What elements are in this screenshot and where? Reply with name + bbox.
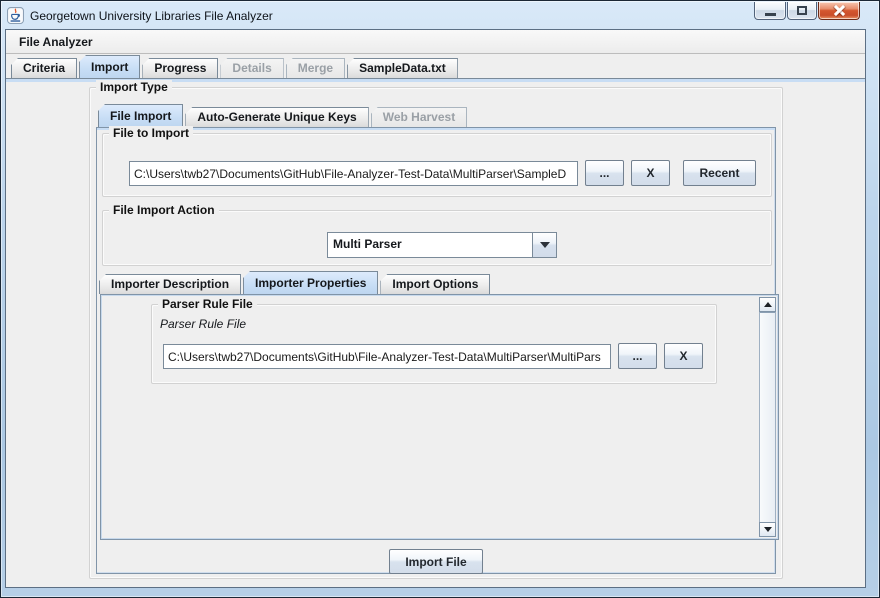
- arrow-down-icon: [764, 527, 772, 532]
- import-type-group: Import Type File Import Auto-Generate Un…: [89, 87, 783, 579]
- parser-rule-file-path-input[interactable]: [163, 344, 611, 369]
- tab-import[interactable]: Import: [79, 55, 140, 78]
- parser-rule-file-group-title: Parser Rule File: [158, 297, 257, 312]
- title-bar: Georgetown University Libraries File Ana…: [7, 5, 759, 26]
- arrow-up-icon: [764, 302, 772, 307]
- tab-details: Details: [220, 58, 283, 78]
- tab-criteria[interactable]: Criteria: [11, 58, 77, 78]
- menu-bar: File Analyzer: [6, 30, 865, 54]
- combobox-dropdown-button[interactable]: [532, 233, 556, 257]
- scroll-down-button[interactable]: [759, 522, 776, 537]
- minimize-button[interactable]: [754, 2, 786, 20]
- file-import-action-title: File Import Action: [109, 203, 219, 218]
- importer-tab-strip: Importer Description Importer Properties…: [99, 273, 490, 294]
- maximize-icon: [797, 6, 807, 15]
- tab-importer-properties[interactable]: Importer Properties: [243, 271, 378, 294]
- clear-rule-file-button[interactable]: X: [664, 343, 703, 369]
- chevron-down-icon: [540, 242, 550, 248]
- close-button[interactable]: [818, 2, 860, 20]
- java-app-icon: [7, 7, 24, 24]
- file-to-import-title: File to Import: [109, 126, 193, 141]
- file-import-tab-content: File to Import ... X Recent File Import …: [96, 127, 776, 574]
- recent-files-button[interactable]: Recent: [683, 160, 756, 186]
- tab-file-import[interactable]: File Import: [98, 104, 183, 127]
- browse-file-button[interactable]: ...: [585, 160, 624, 186]
- import-type-tab-strip: File Import Auto-Generate Unique Keys We…: [98, 106, 467, 127]
- tab-sampledata[interactable]: SampleData.txt: [347, 58, 458, 78]
- app-window: Georgetown University Libraries File Ana…: [0, 0, 880, 598]
- file-to-import-group: File to Import ... X Recent: [102, 133, 772, 197]
- tab-progress[interactable]: Progress: [142, 58, 218, 78]
- window-controls: [753, 2, 860, 20]
- main-tab-strip: Criteria Import Progress Details Merge S…: [6, 55, 865, 78]
- client-area: File Analyzer Criteria Import Progress D…: [5, 29, 866, 588]
- tab-importer-description[interactable]: Importer Description: [99, 274, 241, 294]
- close-icon: [833, 4, 846, 17]
- import-tab-content: Import Type File Import Auto-Generate Un…: [6, 78, 865, 587]
- maximize-button[interactable]: [787, 2, 817, 20]
- import-type-group-title: Import Type: [96, 80, 172, 95]
- browse-rule-file-button[interactable]: ...: [618, 343, 657, 369]
- vertical-scrollbar[interactable]: [759, 297, 776, 537]
- menu-file-analyzer[interactable]: File Analyzer: [13, 31, 99, 54]
- window-title: Georgetown University Libraries File Ana…: [30, 9, 273, 23]
- tab-web-harvest: Web Harvest: [371, 107, 467, 127]
- parser-rule-file-label: Parser Rule File: [160, 317, 246, 331]
- scrollbar-thumb[interactable]: [760, 312, 775, 523]
- import-action-combobox[interactable]: Multi Parser: [327, 232, 557, 258]
- file-import-action-group: File Import Action Multi Parser: [102, 210, 772, 266]
- clear-file-button[interactable]: X: [631, 160, 670, 186]
- parser-rule-file-group: Parser Rule File Parser Rule File ... X: [151, 304, 717, 384]
- importer-properties-panel: Parser Rule File Parser Rule File ... X: [100, 294, 779, 540]
- import-action-selected-value: Multi Parser: [328, 233, 532, 257]
- tab-import-options[interactable]: Import Options: [380, 274, 490, 294]
- scroll-up-button[interactable]: [759, 297, 776, 312]
- tab-auto-generate-unique-keys[interactable]: Auto-Generate Unique Keys: [185, 107, 368, 127]
- import-file-button[interactable]: Import File: [389, 549, 483, 574]
- tab-merge: Merge: [286, 58, 345, 78]
- minimize-icon: [765, 13, 776, 16]
- file-to-import-path-input[interactable]: [129, 161, 578, 186]
